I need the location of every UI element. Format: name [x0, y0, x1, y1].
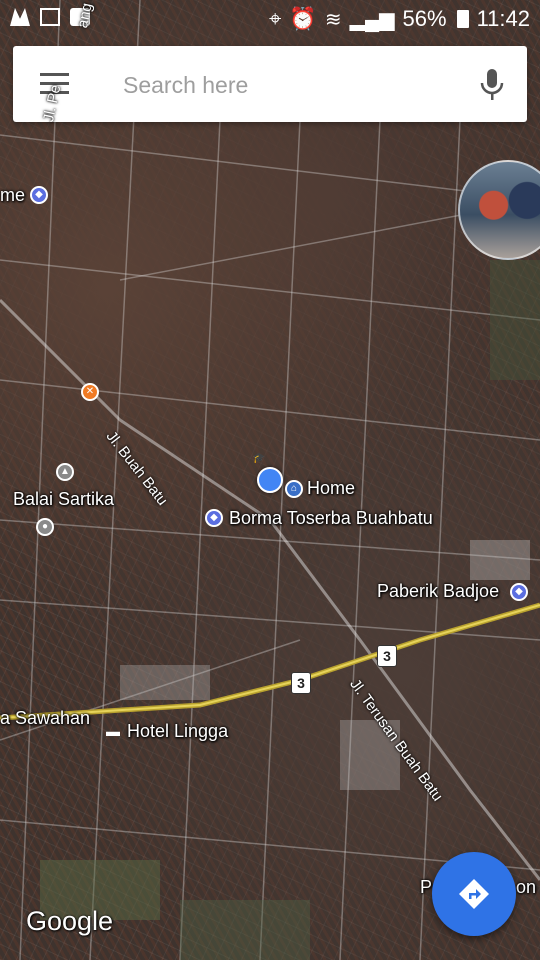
search-bar [13, 46, 527, 122]
route-badge-3: 3 [377, 645, 397, 667]
place-label-p[interactable]: P [420, 877, 432, 898]
battery-percent: 56% [402, 6, 447, 31]
wifi-icon: ≋ [324, 8, 342, 31]
gallery-icon [10, 8, 30, 26]
shopping-pin-icon[interactable]: ◆ [510, 583, 528, 601]
clock: 11:42 [476, 6, 530, 31]
search-input[interactable] [121, 64, 455, 106]
directions-icon [459, 879, 489, 909]
image-icon [40, 8, 60, 26]
place-label-on[interactable]: on [516, 877, 536, 898]
place-pin-icon[interactable]: ● [36, 518, 54, 536]
microphone-icon[interactable] [479, 68, 505, 102]
place-label-me[interactable]: me [0, 185, 25, 206]
alarm-icon: ⏰ [289, 6, 317, 31]
current-location-dot[interactable] [257, 467, 283, 493]
home-icon[interactable]: ⌂ [285, 480, 303, 498]
place-label-borma[interactable]: Borma Toserba Buahbatu [229, 508, 433, 529]
restaurant-pin-icon[interactable]: ✕ [81, 383, 99, 401]
place-label-hotel-lingga[interactable]: Hotel Lingga [127, 721, 228, 742]
landmark-pin-icon[interactable]: ▲ [56, 463, 74, 481]
location-icon: ⌖ [269, 6, 282, 31]
hotel-icon[interactable]: ▬ [104, 724, 122, 742]
battery-icon [456, 10, 469, 28]
place-label-home[interactable]: Home [307, 478, 355, 499]
place-label-balai-sartika[interactable]: Balai Sartika [13, 489, 114, 510]
route-badge-3: 3 [291, 672, 311, 694]
shopping-pin-icon[interactable]: ◆ [30, 186, 48, 204]
signal-icon: ▂▄▆ [349, 8, 395, 31]
shopping-pin-icon[interactable]: ◆ [205, 509, 223, 527]
status-right: ⌖ ⏰ ≋ ▂▄▆ 56% 11:42 [269, 6, 530, 32]
place-label-sawahan[interactable]: a Sawahan [0, 708, 90, 729]
directions-button[interactable] [432, 852, 516, 936]
place-label-paberik-badjoe[interactable]: Paberik Badjoe [377, 581, 499, 602]
google-logo: Google [26, 906, 114, 936]
